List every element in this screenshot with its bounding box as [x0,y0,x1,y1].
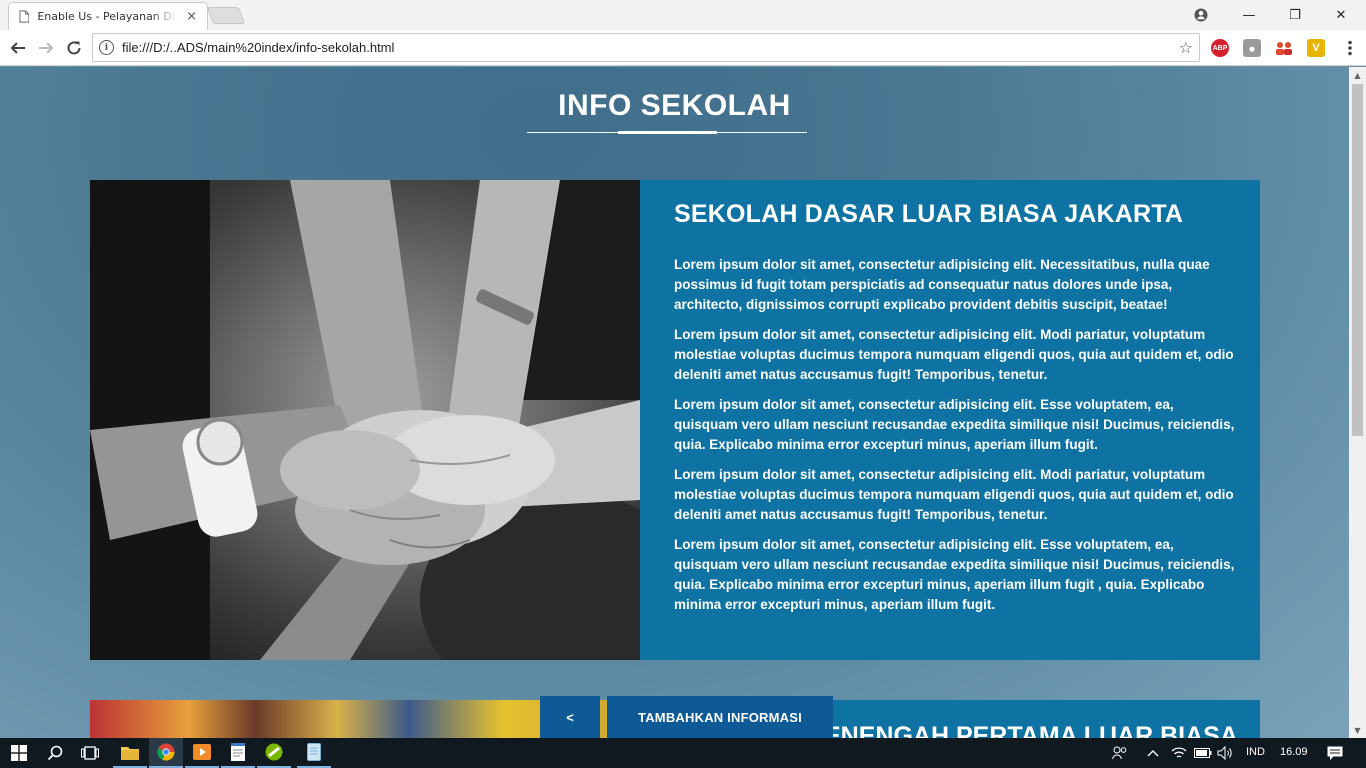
page-scrollbar[interactable]: ▲ ▼ [1349,67,1366,738]
volume-icon[interactable] [1214,738,1236,768]
people-icon[interactable] [1275,39,1293,57]
chevron-up-icon[interactable] [1142,738,1164,768]
add-information-button[interactable]: TAMBAHKAN INFORMASI [607,696,833,738]
previous-button[interactable]: < [540,696,600,738]
notepad-icon[interactable] [221,738,255,768]
page-title: INFO SEKOLAH [558,89,791,122]
task-view-icon[interactable] [73,738,107,768]
tab-close-icon[interactable]: × [186,9,197,24]
app-icon[interactable] [257,738,291,768]
scroll-up-arrow-icon[interactable]: ▲ [1349,67,1366,83]
school-info-panel: SEKOLAH DASAR LUAR BIASA JAKARTA Lorem i… [640,180,1260,660]
close-button[interactable]: ✕ [1318,0,1364,30]
search-icon[interactable] [38,738,72,768]
forward-icon[interactable] [34,36,58,60]
hands-together-image [90,180,640,660]
taskbar: IND 16.09 [0,738,1366,768]
school-description-paragraph: Lorem ipsum dolor sit amet, consectetur … [674,327,1234,382]
adblock-plus-icon[interactable]: ABP [1211,39,1229,57]
reload-icon[interactable] [62,36,86,60]
chrome-icon[interactable] [149,738,183,768]
scroll-thumb[interactable] [1352,84,1363,436]
title-underline-accent [618,131,717,134]
school-description-paragraph: Lorem ipsum dolor sit amet, consectetur … [674,467,1234,522]
school-photo [90,180,640,660]
school-name: SEKOLAH DASAR LUAR BIASA JAKARTA [674,200,1184,228]
info-icon[interactable]: i [99,40,114,55]
notes-icon[interactable] [297,738,331,768]
wifi-icon[interactable] [1168,738,1190,768]
minimize-button[interactable]: — [1226,0,1272,30]
browser-toolbar: i file:///D:/..ADS/main%20index/info-sek… [0,30,1366,66]
start-icon[interactable] [2,738,36,768]
tab-title: Enable Us - Pelayanan Disabilitas [37,10,179,23]
notification-icon[interactable] [1318,738,1352,768]
people-taskbar-icon[interactable] [1108,738,1132,768]
school-description-paragraph: Lorem ipsum dolor sit amet, consectetur … [674,257,1210,312]
new-tab-button[interactable] [206,7,246,24]
address-bar[interactable]: i file:///D:/..ADS/main%20index/info-sek… [92,33,1200,62]
bookmark-star-icon[interactable]: ☆ [1179,38,1193,57]
school-description-paragraph: Lorem ipsum dolor sit amet, consectetur … [674,397,1235,452]
browser-tab[interactable]: Enable Us - Pelayanan Disabilitas × [8,2,208,30]
scroll-down-arrow-icon[interactable]: ▼ [1349,722,1366,738]
profile-icon[interactable] [1178,0,1224,30]
media-player-icon[interactable] [185,738,219,768]
clock[interactable]: 16.09 [1280,746,1308,758]
school-description-paragraph: Lorem ipsum dolor sit amet, consectetur … [674,537,1235,612]
school-card: SEKOLAH DASAR LUAR BIASA JAKARTA Lorem i… [90,180,1260,660]
back-icon[interactable] [6,36,30,60]
language-indicator[interactable]: IND [1246,746,1265,758]
page-icon [19,10,30,23]
page-viewport: INFO SEKOLAH SEKOLAH DASAR LUAR BIASA JA… [0,67,1349,738]
url-text: file:///D:/..ADS/main%20index/info-sekol… [122,40,395,55]
camera-icon[interactable] [1243,39,1261,57]
restore-button[interactable]: ❐ [1272,0,1318,30]
file-explorer-icon[interactable] [113,738,147,768]
tab-strip: Enable Us - Pelayanan Disabilitas × — ❐ … [0,0,1366,30]
battery-icon[interactable] [1192,738,1214,768]
menu-icon[interactable] [1338,36,1362,60]
v-extension-icon[interactable]: V [1307,39,1325,57]
